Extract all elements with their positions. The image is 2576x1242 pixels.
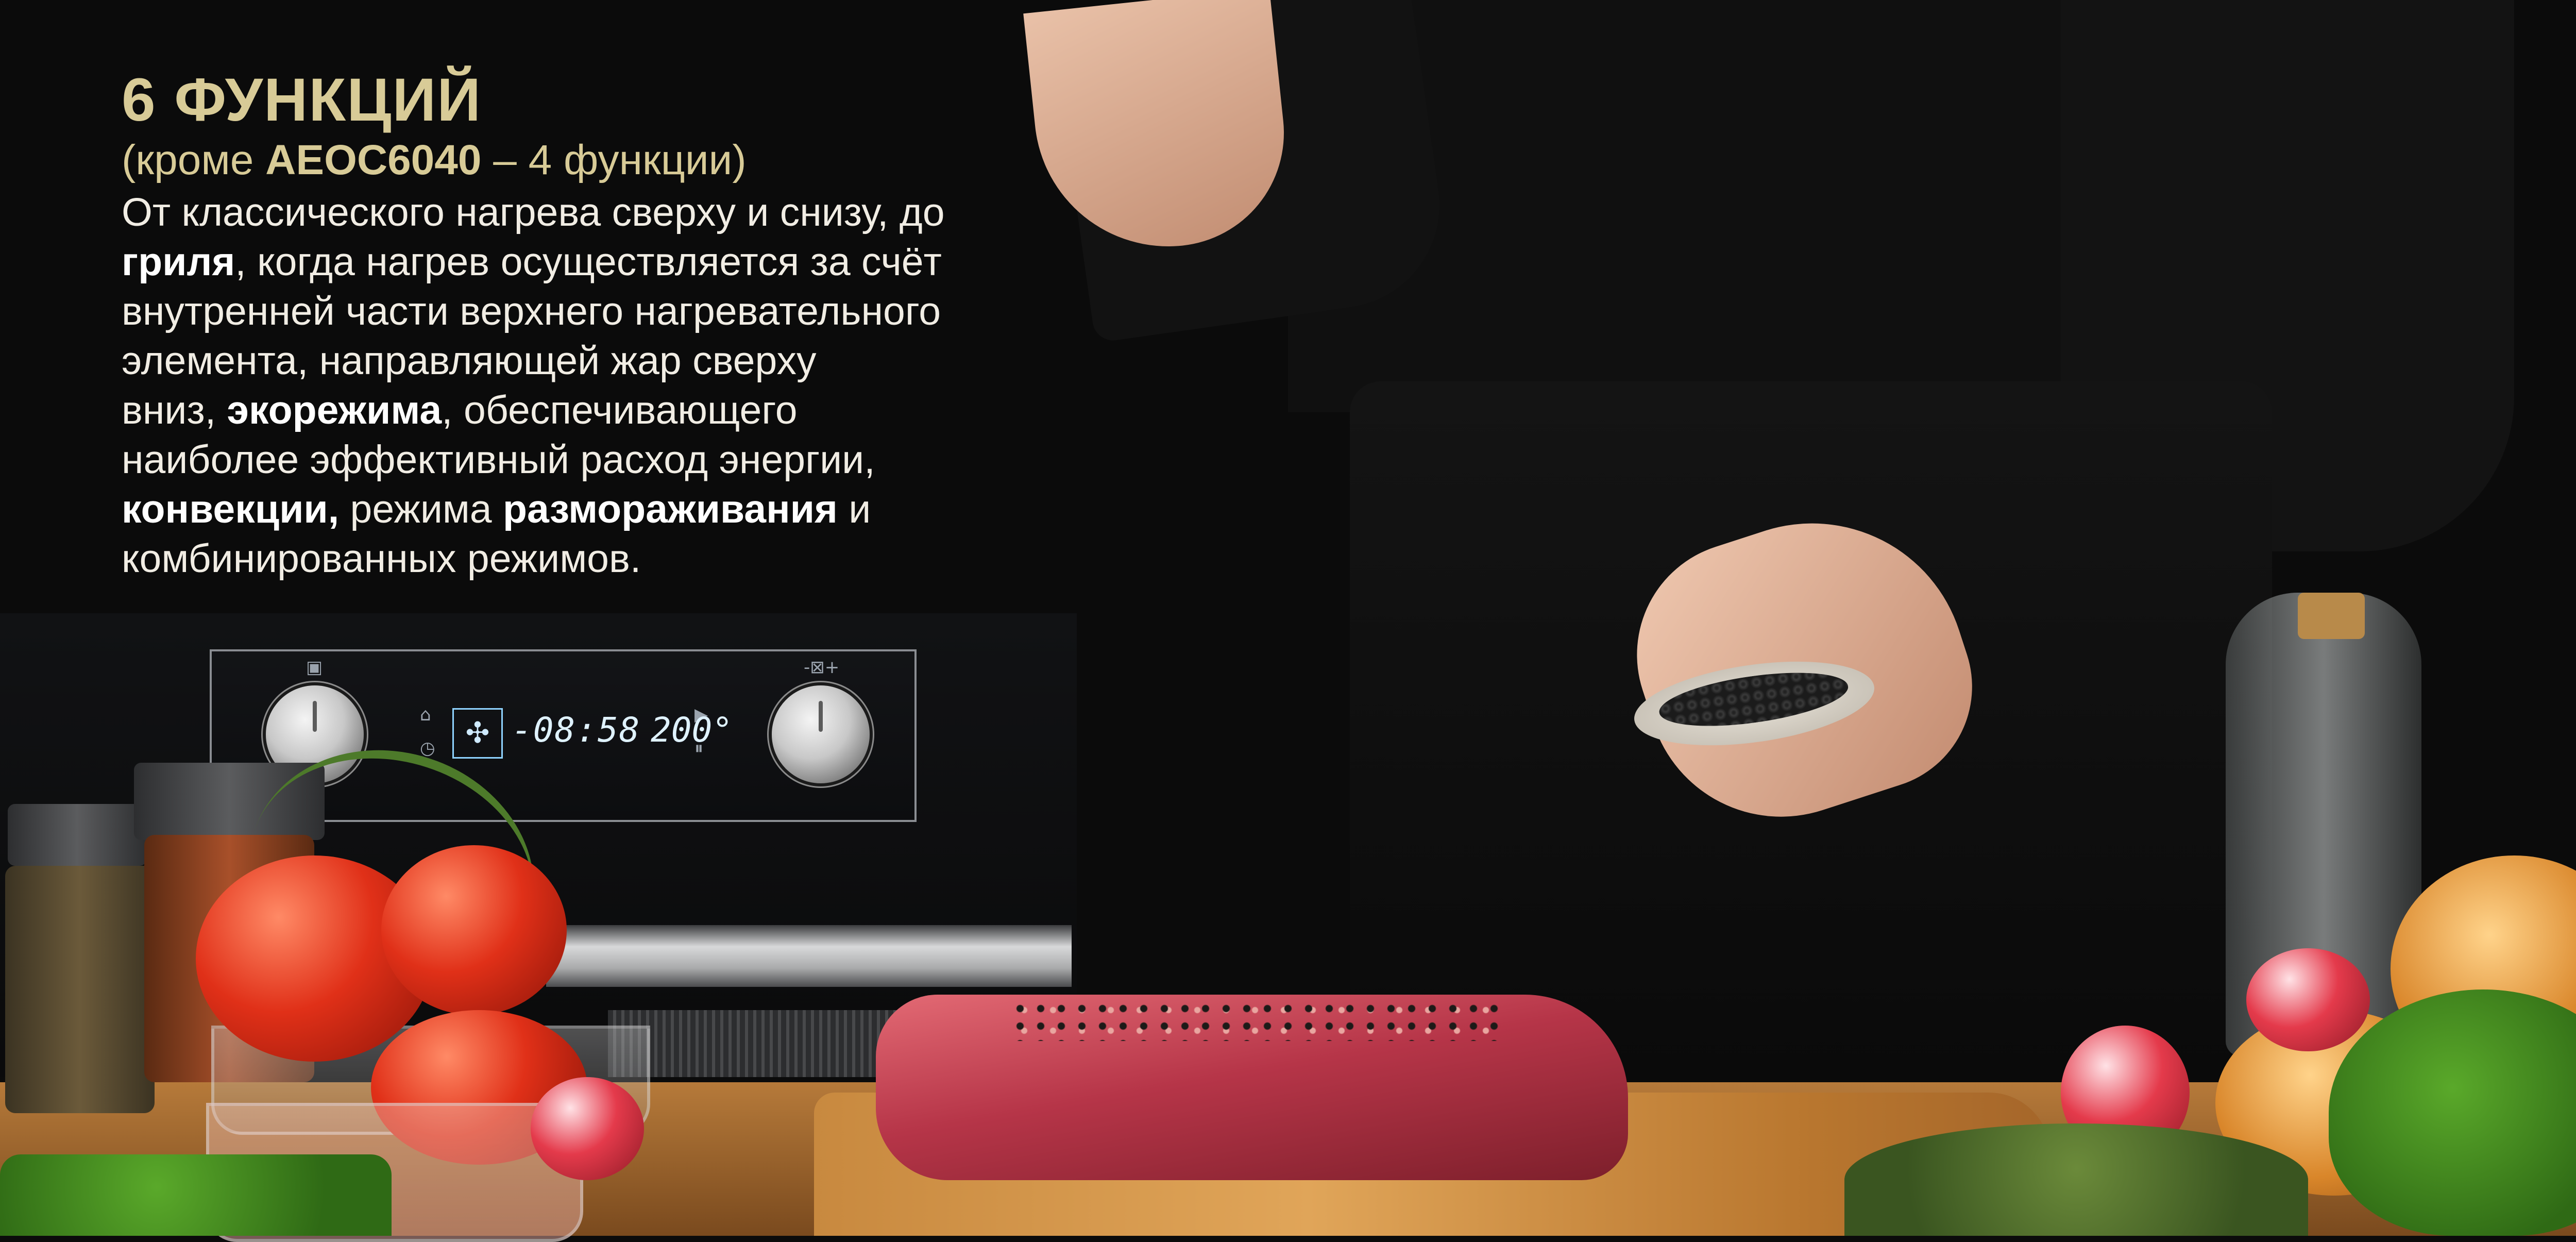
display-time: -08:58	[512, 710, 641, 750]
description-line: , когда нагрев осуществляется за счёт	[235, 240, 942, 284]
temperature-knob[interactable]	[772, 685, 870, 783]
feature-title: 6 ФУНКЦИЙ	[122, 66, 482, 134]
subtitle-suffix: – 4 функции)	[481, 136, 747, 183]
description-bold: гриля	[122, 240, 235, 284]
oven-handle-strip	[546, 925, 1072, 987]
spice-jar-lid	[8, 804, 147, 866]
thyme	[1844, 1123, 2308, 1236]
raw-steak	[876, 995, 1628, 1180]
timer-icon[interactable]: ◷	[420, 740, 435, 757]
mode-icon: ▣	[306, 657, 323, 678]
description-line: комбинированных режимов.	[122, 536, 641, 581]
display-temperature: 200°	[651, 710, 733, 750]
fan-icon: ✣	[452, 708, 503, 759]
temperature-adjust-icon: -⊠+	[804, 657, 840, 678]
description-bold: конвекции,	[122, 487, 340, 532]
description-line: элемента, направляющей жар сверху	[122, 339, 817, 383]
bottle-cork	[2298, 593, 2365, 639]
feature-subtitle: (кроме AEOC6040 – 4 функции)	[122, 136, 1100, 184]
radish	[2246, 948, 2370, 1051]
description-line: От классического нагрева сверху и снизу,…	[122, 190, 945, 235]
spice-jar	[5, 866, 155, 1113]
hero-scene: ▣ -⊠+ ⌂ ◷ ▶ ⏸ ✣ -08:58 200° 6 ФУНКЦИЙ (к…	[0, 0, 2576, 1242]
oven-display: ✣ -08:58 200°	[452, 708, 733, 765]
subtitle-prefix: (кроме	[122, 136, 266, 183]
tomato	[381, 845, 567, 1015]
radish	[531, 1077, 644, 1180]
description-bold: экорежима	[227, 388, 442, 433]
feature-copy: 6 ФУНКЦИЙ (кроме AEOC6040 – 4 функции) О…	[122, 66, 1100, 583]
description-line: , обеспечивающего	[442, 388, 798, 433]
green-onions	[0, 1154, 392, 1236]
feature-description: От классического нагрева сверху и снизу,…	[122, 188, 1100, 583]
description-line: режима	[339, 487, 503, 532]
lock-icon[interactable]: ⌂	[420, 706, 431, 724]
description-bold: размораживания	[503, 487, 838, 532]
model-name: AEOC6040	[265, 136, 482, 183]
description-line: внутренней части верхнего нагревательног…	[122, 289, 941, 334]
description-line: и	[837, 487, 871, 532]
description-line: вниз,	[122, 388, 227, 433]
description-line: наиболее эффективный расход энергии,	[122, 438, 875, 482]
